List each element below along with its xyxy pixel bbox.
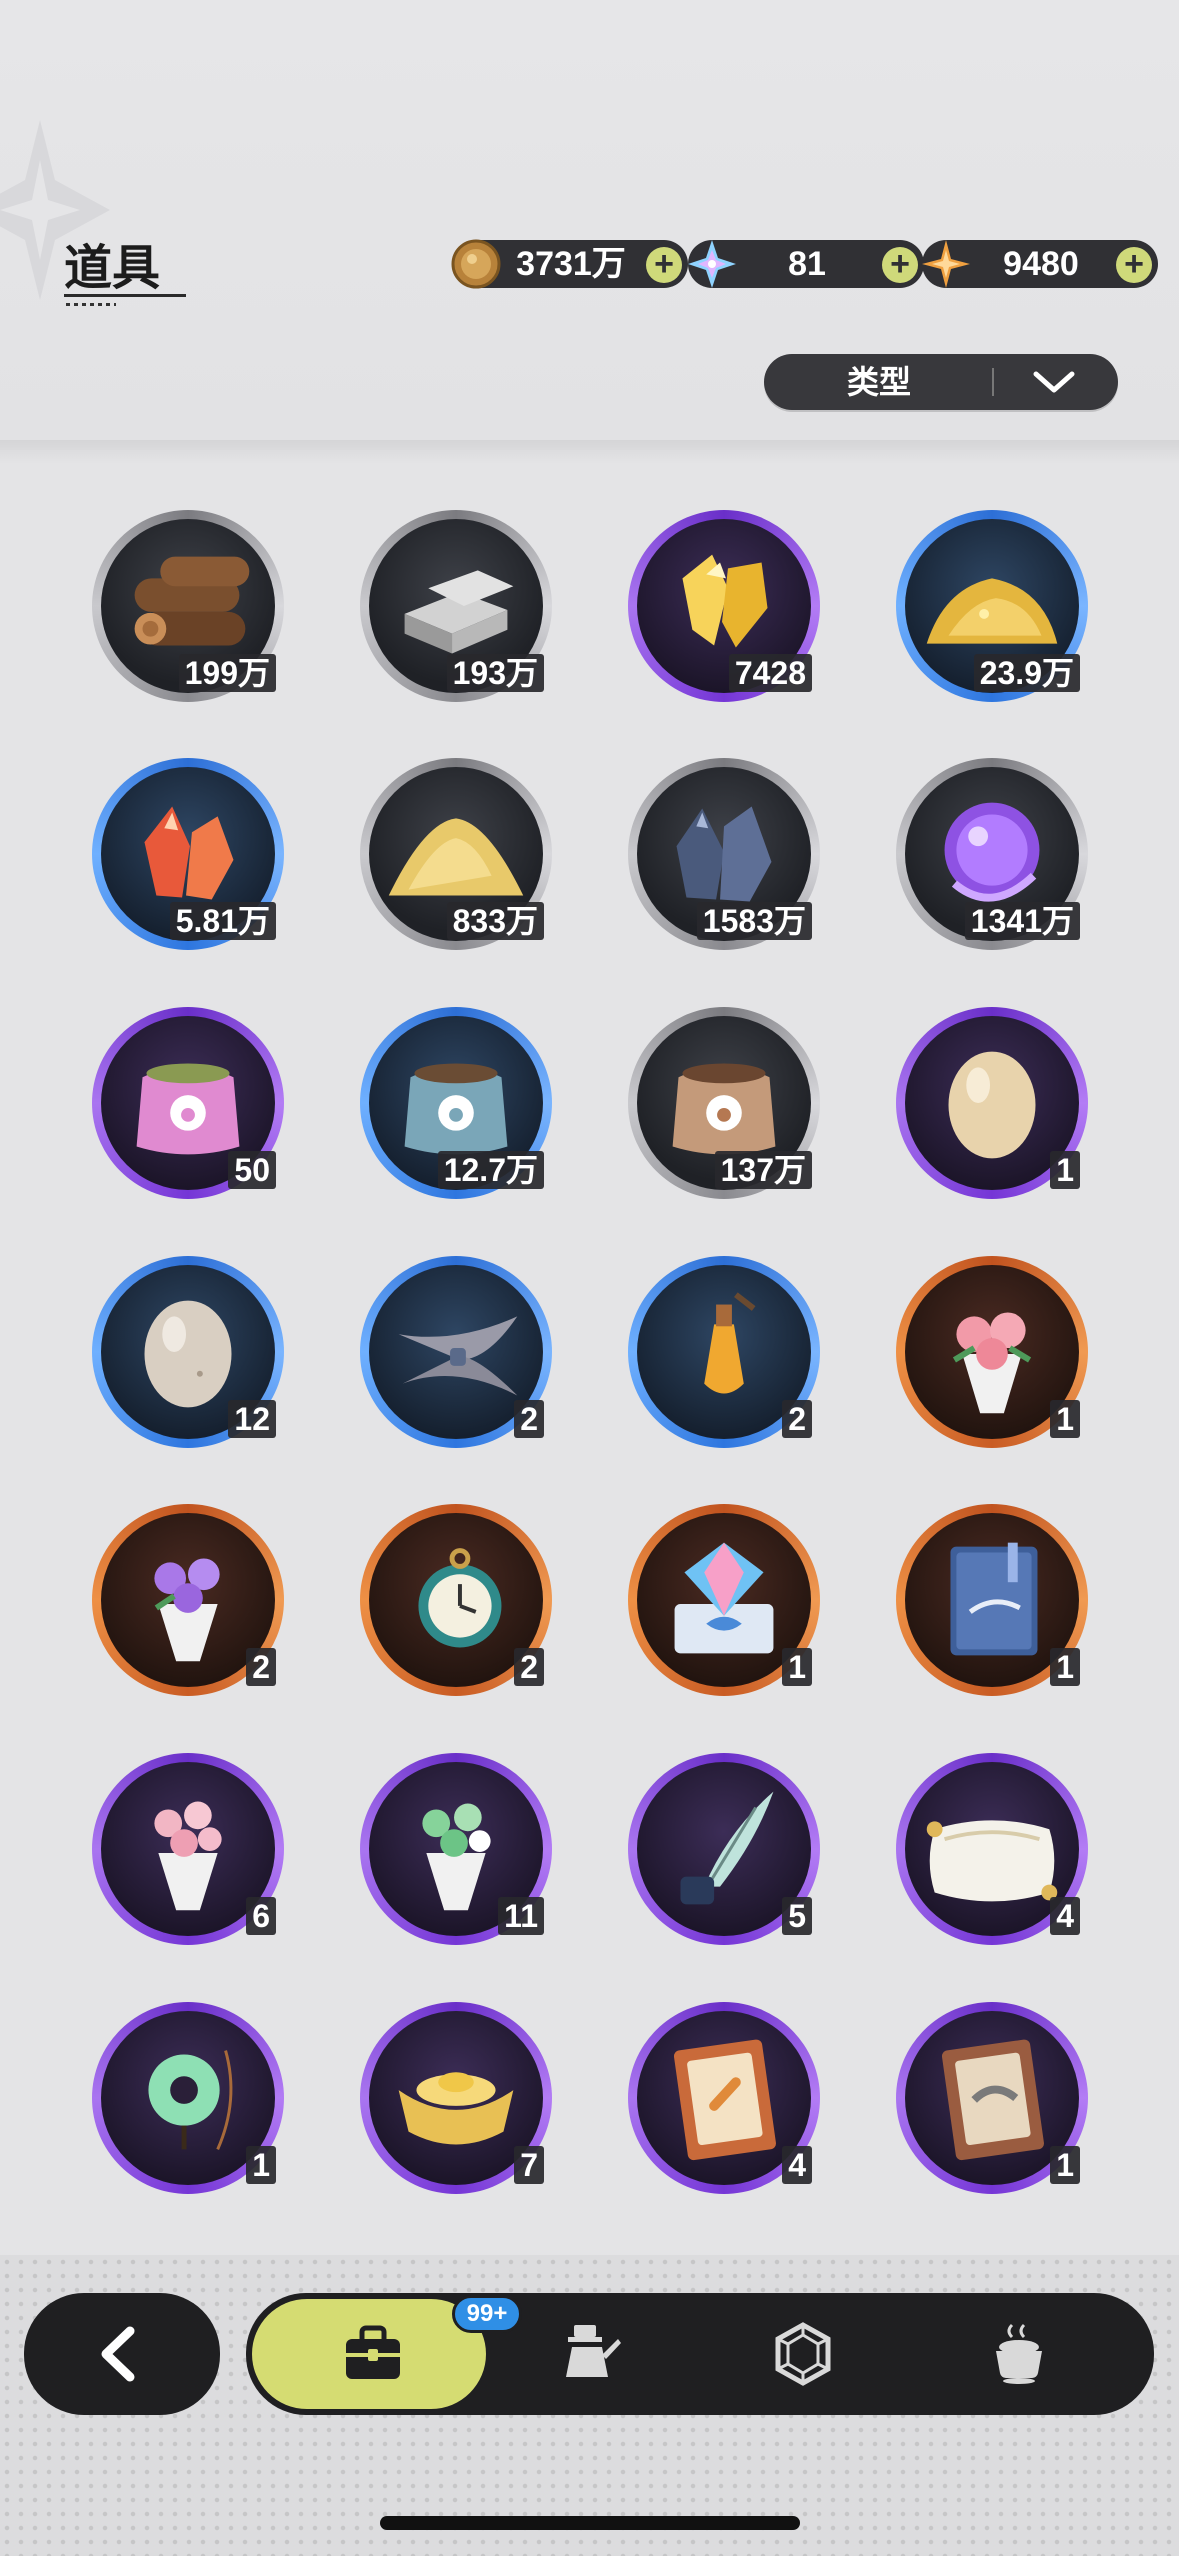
item-count: 1 xyxy=(246,2146,276,2184)
item-count: 1 xyxy=(1050,1151,1080,1189)
chevron-left-icon xyxy=(101,2326,135,2382)
orange-star-icon xyxy=(922,240,970,288)
inventory-item[interactable]: 7 xyxy=(360,2002,552,2194)
type-filter-dropdown[interactable]: 类型 xyxy=(764,354,1118,410)
item-count: 50 xyxy=(228,1151,276,1189)
currency-orange-star: 9480 + xyxy=(922,240,1158,288)
star-crystal-icon xyxy=(688,240,736,288)
item-count: 4 xyxy=(1050,1897,1080,1935)
inventory-item[interactable]: 1 xyxy=(92,2002,284,2194)
item-count: 2 xyxy=(514,1400,544,1438)
inventory-item[interactable]: 12.7万 xyxy=(360,1007,552,1199)
inventory-item[interactable]: 137万 xyxy=(628,1007,820,1199)
gold-coin-icon xyxy=(451,239,501,289)
inventory-item[interactable]: 5.81万 xyxy=(92,758,284,950)
page-title: 道具 xyxy=(64,240,161,296)
currency-gold: 3731万 + xyxy=(451,239,688,289)
back-button[interactable] xyxy=(24,2293,220,2415)
item-count: 12.7万 xyxy=(437,1151,544,1189)
item-count: 1 xyxy=(1050,1648,1080,1686)
header: 道具 3731万 + 81 + 9480 + 类型 xyxy=(0,0,1179,450)
item-count: 2 xyxy=(782,1400,812,1438)
cooking-pot-icon xyxy=(996,2323,1042,2384)
crystal-value: 81 xyxy=(788,245,826,283)
inventory-item[interactable]: 1 xyxy=(896,2002,1088,2194)
item-count: 1 xyxy=(1050,2146,1080,2184)
inventory-item[interactable]: 2 xyxy=(92,1504,284,1696)
add-gold-button[interactable]: + xyxy=(646,247,682,283)
gem-icon xyxy=(775,2322,831,2386)
item-count: 12 xyxy=(228,1400,276,1438)
inventory-item[interactable]: 2 xyxy=(360,1256,552,1448)
item-count: 4 xyxy=(782,2146,812,2184)
item-count: 1583万 xyxy=(696,902,812,940)
inventory-item[interactable]: 1583万 xyxy=(628,758,820,950)
inventory-item[interactable]: 2 xyxy=(360,1504,552,1696)
add-orange-star-button[interactable]: + xyxy=(1116,247,1152,283)
bottom-nav: 99+ xyxy=(246,2293,1154,2415)
item-count: 833万 xyxy=(446,902,544,940)
dropdown-divider xyxy=(992,368,994,396)
item-count: 7428 xyxy=(728,654,812,692)
inventory-item[interactable]: 11 xyxy=(360,1753,552,1945)
inventory-item[interactable]: 1341万 xyxy=(896,758,1088,950)
item-count: 1341万 xyxy=(964,902,1080,940)
tab-costume[interactable] xyxy=(488,2299,688,2409)
type-filter-label: 类型 xyxy=(846,363,911,401)
chevron-down-icon xyxy=(1033,371,1075,393)
item-count: 5.81万 xyxy=(169,902,276,940)
inventory-item[interactable]: 833万 xyxy=(360,758,552,950)
inventory-item[interactable]: 50 xyxy=(92,1007,284,1199)
item-count: 193万 xyxy=(446,654,544,692)
inventory-item[interactable]: 1 xyxy=(896,1504,1088,1696)
item-count: 199万 xyxy=(178,654,276,692)
home-indicator xyxy=(380,2516,800,2530)
item-count: 1 xyxy=(782,1648,812,1686)
orange-star-value: 9480 xyxy=(1003,245,1079,283)
item-count: 2 xyxy=(246,1648,276,1686)
grid-top-shadow xyxy=(0,440,1179,464)
tab-gems[interactable] xyxy=(700,2299,900,2409)
item-count: 6 xyxy=(246,1897,276,1935)
inventory-item[interactable]: 2 xyxy=(628,1256,820,1448)
costume-icon xyxy=(566,2325,621,2377)
item-count: 5 xyxy=(782,1897,812,1935)
inventory-item[interactable]: 4 xyxy=(896,1753,1088,1945)
inventory-item[interactable]: 1 xyxy=(896,1256,1088,1448)
title-underline xyxy=(64,294,186,297)
inventory-item[interactable]: 12 xyxy=(92,1256,284,1448)
item-count: 2 xyxy=(514,1648,544,1686)
inventory-item[interactable]: 1 xyxy=(896,1007,1088,1199)
item-count: 7 xyxy=(514,2146,544,2184)
item-count: 11 xyxy=(498,1897,544,1935)
add-crystal-button[interactable]: + xyxy=(882,247,918,283)
bag-icon xyxy=(346,2325,400,2379)
inventory-item[interactable]: 4 xyxy=(628,2002,820,2194)
tab-cooking[interactable] xyxy=(916,2299,1116,2409)
tab-items[interactable]: 99+ xyxy=(270,2295,522,2409)
inventory-item[interactable]: 7428 xyxy=(628,510,820,702)
currency-crystal: 81 + xyxy=(688,240,924,288)
inventory-item[interactable]: 23.9万 xyxy=(896,510,1088,702)
item-count: 1 xyxy=(1050,1400,1080,1438)
inventory-item[interactable]: 1 xyxy=(628,1504,820,1696)
inventory-item[interactable]: 199万 xyxy=(92,510,284,702)
item-count: 23.9万 xyxy=(973,654,1080,692)
inventory-item[interactable]: 5 xyxy=(628,1753,820,1945)
inventory-item[interactable]: 6 xyxy=(92,1753,284,1945)
item-count: 137万 xyxy=(714,1151,812,1189)
inventory-item[interactable]: 193万 xyxy=(360,510,552,702)
gold-value: 3731万 xyxy=(516,245,626,283)
title-dots xyxy=(66,303,116,306)
